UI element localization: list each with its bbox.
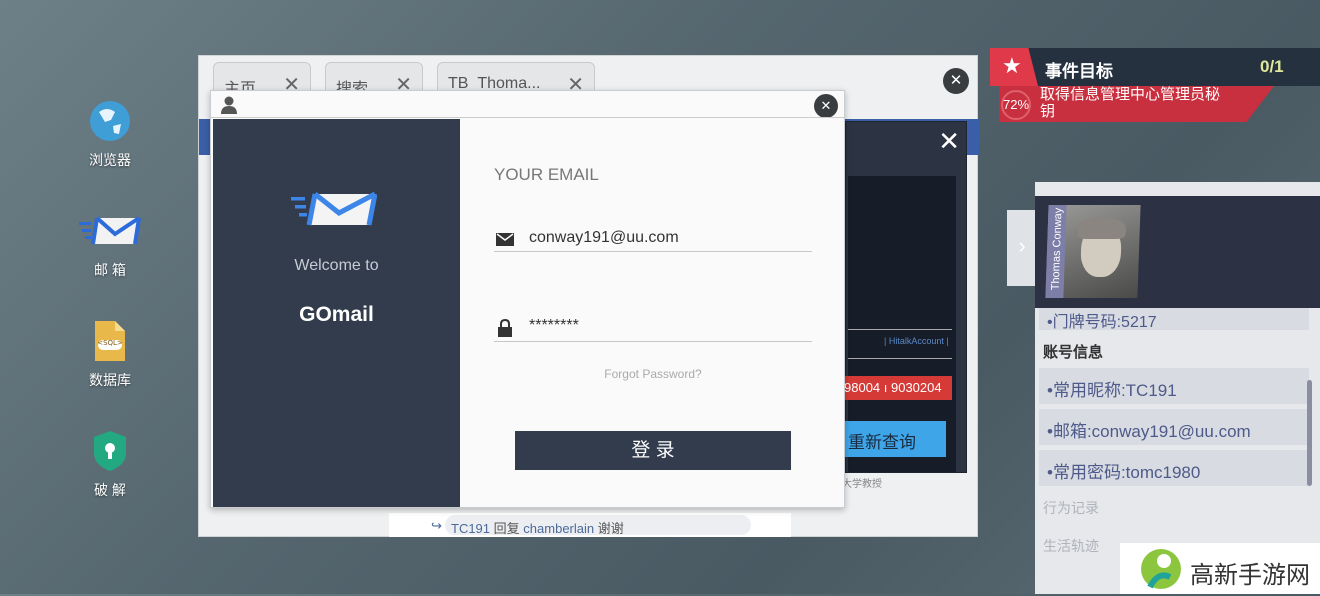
comment-text: 谢谢 xyxy=(597,521,624,536)
info-row-partial: •门牌号码:5217 xyxy=(1039,308,1309,330)
site-logo-icon xyxy=(1140,547,1182,596)
comment: ↪ TC191 回复 chamberlain 谢谢 xyxy=(431,515,751,536)
info-row-password: •常用密码:tomc1980 xyxy=(1039,450,1309,486)
gomail-logo-icon xyxy=(291,191,378,236)
profile-header: Thomas Conway xyxy=(1035,196,1320,308)
quest-objective: 72% 取得信息管理中心管理员秘钥 xyxy=(999,86,1274,122)
login-button[interactable]: 登 录 xyxy=(515,431,791,470)
footer-text: 大学教授 xyxy=(842,479,882,490)
welcome-text: Welcome to xyxy=(294,257,379,274)
lock-icon xyxy=(497,318,513,342)
comment-action: 回复 xyxy=(493,521,520,536)
desktop-icon-label: 浏览器 xyxy=(89,152,131,168)
query-panel: ✕ | HitalkAccount | 98004 ı 9030204 重新查询… xyxy=(842,121,967,490)
quest-progress: 72% xyxy=(1001,90,1031,120)
comment-row: ↪ TC191 回复 chamberlain 谢谢 xyxy=(389,513,791,537)
welcome-panel: Welcome to GOmail xyxy=(213,119,460,507)
shield-key-icon xyxy=(70,428,150,474)
result-row-highlight: 98004 ı 9030204 xyxy=(844,376,952,400)
user-icon xyxy=(221,96,237,119)
mail-close-button[interactable]: ✕ xyxy=(814,94,838,118)
section-behavior[interactable]: 行为记录 xyxy=(1043,498,1099,518)
quest-title: 事件目标 xyxy=(1045,62,1113,81)
query-results: | HitalkAccount | 98004 ı 9030204 重新查询 xyxy=(844,176,956,472)
desktop-icon-mail[interactable]: 邮 箱 xyxy=(70,208,150,280)
quest-count: 0/1 xyxy=(1260,57,1284,76)
desktop-icon-database[interactable]: <SQL> 数据库 xyxy=(70,318,150,390)
reply-arrow-icon: ↪ xyxy=(431,518,442,533)
gomail-login-window: ✕ Welcome to GOmail YOUR EMAIL conway191… xyxy=(210,90,845,508)
expand-panel-button[interactable]: › xyxy=(1007,210,1037,286)
desktop-icon-label: 数据库 xyxy=(89,372,131,388)
section-title: 账号信息 xyxy=(1043,344,1104,361)
envelope-icon xyxy=(496,233,514,251)
profile-panel: Thomas Conway •门牌号码:5217 账号信息 •常用昵称:TC19… xyxy=(1035,182,1320,594)
app-name: GOmail xyxy=(299,303,374,326)
scrollbar[interactable] xyxy=(1307,380,1312,486)
sql-badge: <SQL> xyxy=(97,339,123,347)
close-icon[interactable]: ✕ xyxy=(938,126,960,157)
quest-header: ★ 事件目标 0/1 xyxy=(990,48,1320,86)
email-label: YOUR EMAIL xyxy=(494,165,599,184)
password-input[interactable]: ******** xyxy=(529,317,579,335)
info-row-email: •邮箱:conway191@uu.com xyxy=(1039,409,1309,445)
mail-icon xyxy=(70,208,150,254)
comment-target[interactable]: chamberlain xyxy=(523,521,594,536)
desktop-icon-label: 破 解 xyxy=(94,482,126,498)
desktop-icon-label: 邮 箱 xyxy=(94,262,126,278)
browser-close-button[interactable]: ✕ xyxy=(943,68,969,94)
site-name: 高新手游网 xyxy=(1190,562,1310,589)
desktop-icon-browser[interactable]: 浏览器 xyxy=(70,98,150,170)
avatar: Thomas Conway xyxy=(1045,205,1141,298)
comment-user[interactable]: TC191 xyxy=(451,521,490,536)
sql-file-icon: <SQL> xyxy=(70,318,150,364)
globe-icon xyxy=(70,98,150,144)
watermark-logo: 高新手游网 xyxy=(1120,543,1320,594)
email-input[interactable]: conway191@uu.com xyxy=(529,229,679,247)
quest-description: 取得信息管理中心管理员秘钥 xyxy=(1040,86,1221,120)
star-icon: ★ xyxy=(990,48,1038,86)
column-header: | HitalkAccount | xyxy=(884,336,949,346)
desktop-icon-crack[interactable]: 破 解 xyxy=(70,428,150,500)
requery-button[interactable]: 重新查询 xyxy=(844,421,946,457)
info-row-nickname: •常用昵称:TC191 xyxy=(1039,368,1309,404)
chevron-right-icon: › xyxy=(1018,233,1026,258)
section-life[interactable]: 生活轨迹 xyxy=(1043,536,1099,556)
forgot-password-link[interactable]: Forgot Password? xyxy=(494,367,812,381)
